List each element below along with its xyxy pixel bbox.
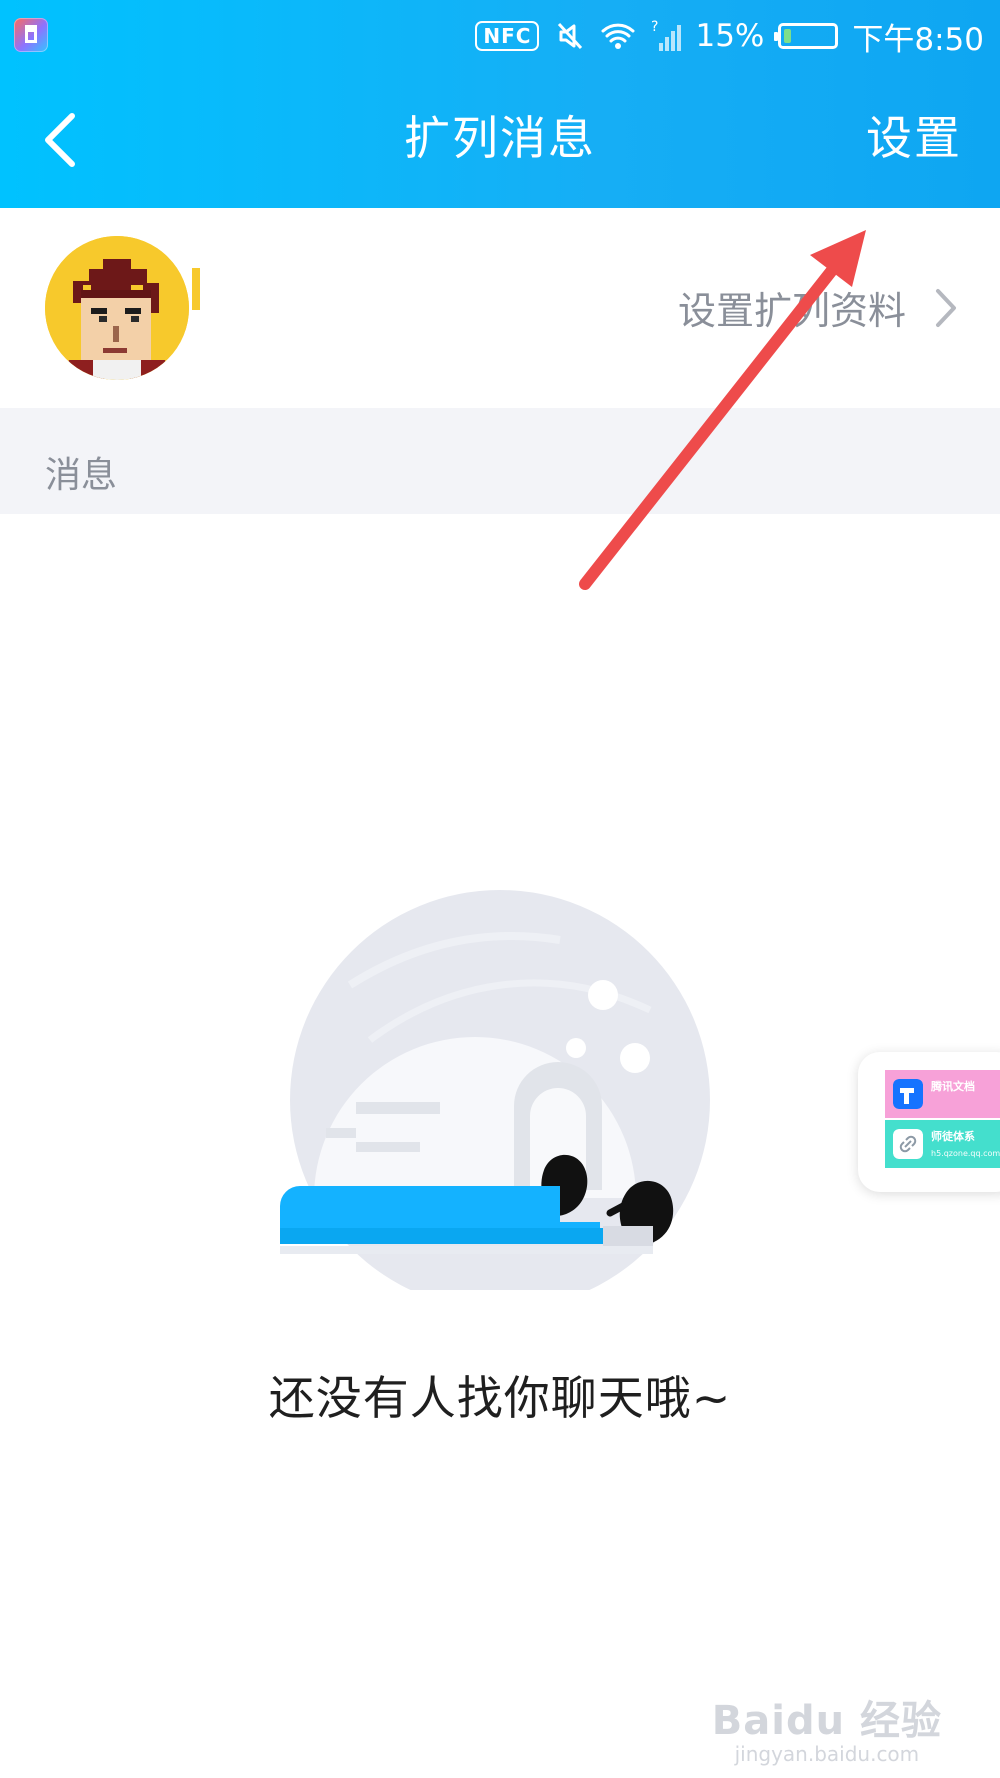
messages-section-header: 消息 [0, 408, 1000, 514]
battery-percent: 15% [695, 18, 765, 54]
battery-level-fill [784, 29, 792, 43]
tencent-docs-widget-item[interactable]: 腾讯文档 [885, 1070, 1000, 1118]
profile-settings-link[interactable]: 设置扩列资料 [678, 280, 960, 335]
chevron-right-icon [936, 288, 956, 327]
watermark-main-text: Baidu 经验 [711, 1698, 942, 1744]
avatar-edge-mark [192, 268, 200, 310]
mute-icon [553, 20, 585, 52]
battery-icon [774, 23, 839, 49]
tencent-docs-icon [893, 1079, 923, 1109]
empty-state-message: 还没有人找你聊天哦~ [268, 1371, 732, 1425]
navigation-bar: 扩列消息 设置 [0, 72, 1000, 208]
status-bar: NFC ? 15% 下午8:50 [0, 0, 1000, 72]
empty-state-illustration [280, 890, 730, 1310]
svg-text:?: ? [651, 19, 658, 35]
profile-row[interactable]: 设置扩列资料 [0, 208, 1000, 408]
widget-sublabel: h5.qzone.qq.com [931, 1149, 1000, 1158]
profile-settings-label: 设置扩列资料 [677, 289, 906, 333]
widget-label: 腾讯文档 [931, 1080, 975, 1093]
section-title: 消息 [45, 455, 118, 496]
signal-icon: ? [651, 19, 682, 53]
pixel-avatar-icon [45, 236, 189, 380]
widget-label: 师徒体系 [931, 1130, 975, 1143]
settings-button[interactable]: 设置 [866, 102, 962, 168]
igloo-penguins-icon [280, 890, 710, 1310]
avatar[interactable] [45, 236, 189, 380]
link-icon [893, 1129, 923, 1159]
app-icon [14, 18, 48, 52]
watermark-subtext: jingyan.baidu.com [734, 1742, 920, 1766]
mentor-system-widget-item[interactable]: 师徒体系 h5.qzone.qq.com [885, 1120, 1000, 1168]
nfc-icon: NFC [475, 21, 540, 51]
wifi-icon [599, 19, 637, 53]
status-icons: NFC ? 15% 下午8:50 [475, 14, 984, 58]
clock: 下午8:50 [852, 21, 984, 58]
floating-widget[interactable]: 腾讯文档 师徒体系 h5.qzone.qq.com [858, 1052, 1000, 1192]
app-header: NFC ? 15% 下午8:50 扩列消息 设置 [0, 0, 1000, 208]
baidu-watermark: Baidu 经验 jingyan.baidu.com [712, 1688, 942, 1766]
page-title: 扩列消息 [404, 111, 596, 165]
